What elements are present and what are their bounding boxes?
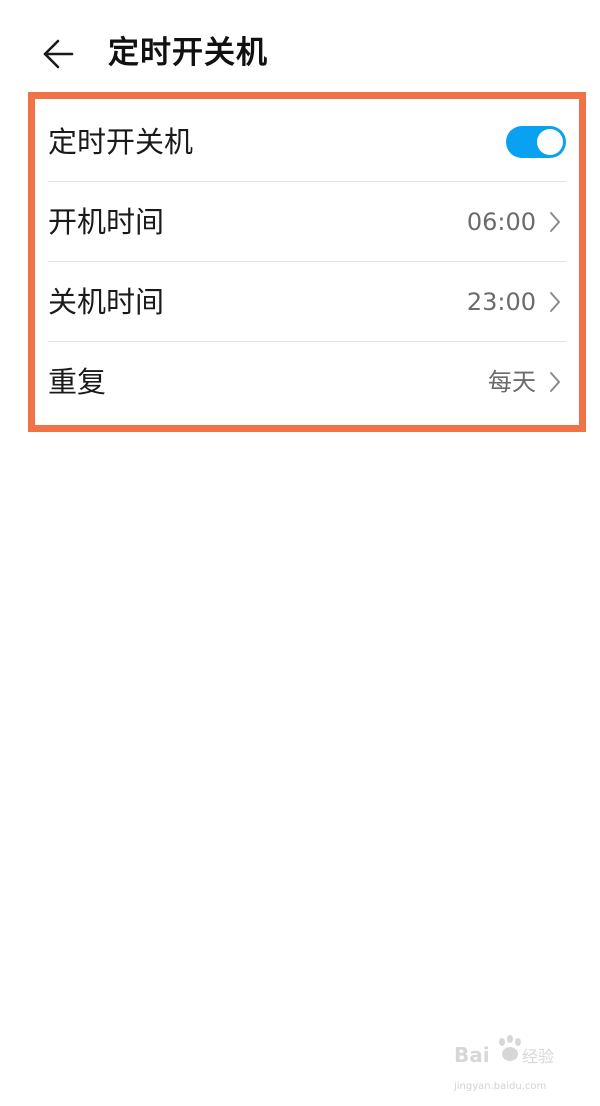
top-app-bar: 定时开关机 [0, 0, 600, 100]
power-off-time-label: 关机时间 [48, 285, 165, 319]
power-on-time-row[interactable]: 开机时间 06:00 [48, 182, 566, 262]
power-off-time-value: 23:00 [466, 288, 536, 316]
svg-text:经验: 经验 [522, 1047, 554, 1066]
power-off-time-row[interactable]: 关机时间 23:00 [48, 262, 566, 342]
baidu-jingyan-watermark: Bai 经验 jingyan.baidu.com [454, 1032, 566, 1092]
svg-text:Bai: Bai [454, 1043, 490, 1067]
back-button[interactable] [38, 34, 78, 74]
scheduled-power-row[interactable]: 定时开关机 [48, 102, 566, 182]
page-title: 定时开关机 [108, 35, 268, 71]
repeat-value: 每天 [488, 368, 536, 396]
highlight-frame: 定时开关机 开机时间 06:00 关机时间 23:00 重复 每天 [28, 92, 586, 432]
repeat-row[interactable]: 重复 每天 [48, 342, 566, 422]
toggle-knob [537, 129, 563, 155]
power-on-time-label: 开机时间 [48, 205, 165, 239]
scheduled-power-label: 定时开关机 [48, 125, 194, 159]
repeat-label: 重复 [48, 365, 107, 399]
chevron-right-icon [550, 372, 560, 392]
power-on-time-value: 06:00 [466, 208, 536, 236]
scheduled-power-toggle[interactable] [506, 126, 566, 158]
baidu-paw-logo: Bai 经验 [454, 1035, 554, 1067]
chevron-right-icon [550, 212, 560, 232]
watermark-url: jingyan.baidu.com [454, 1081, 547, 1092]
arrow-left-icon [43, 39, 74, 69]
chevron-right-icon [550, 292, 560, 312]
